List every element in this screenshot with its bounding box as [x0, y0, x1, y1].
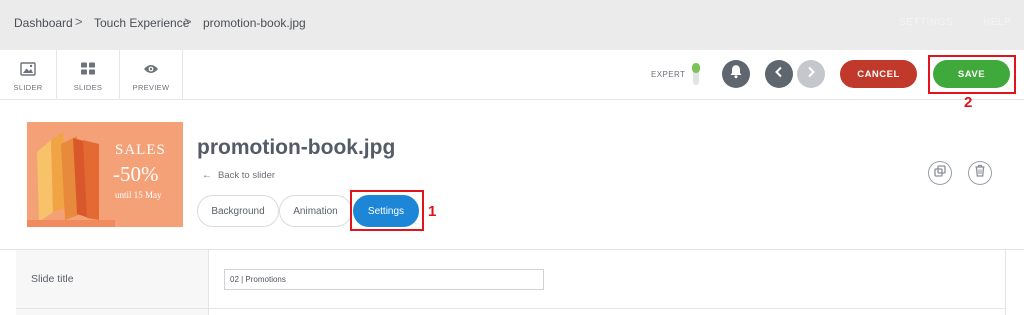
previous-slide-button[interactable] [765, 60, 793, 88]
toolbar-preview-label: PREVIEW [132, 83, 170, 92]
chevron-right-icon [806, 65, 816, 83]
chevron-right-icon: > [184, 14, 192, 29]
image-icon [20, 62, 36, 81]
row-divider [16, 308, 1006, 309]
eye-icon [143, 62, 159, 80]
grid-icon [81, 62, 96, 80]
breadcrumb-dashboard[interactable]: Dashboard [14, 16, 73, 30]
help-link[interactable]: HELP [983, 17, 1011, 28]
delete-slide-button[interactable] [968, 161, 992, 185]
annotation-number-2: 2 [964, 94, 973, 111]
bell-icon [729, 64, 743, 84]
toolbar-slider-button[interactable]: SLIDER [0, 50, 57, 100]
toggle-knob [692, 63, 700, 73]
chevron-right-icon: > [75, 14, 83, 29]
toolbar-slider-label: SLIDER [13, 83, 43, 92]
breadcrumb-current: promotion-book.jpg [203, 16, 306, 30]
cancel-button[interactable]: CANCEL [840, 60, 917, 88]
expert-toggle[interactable] [692, 63, 700, 85]
page-title: promotion-book.jpg [197, 136, 396, 159]
toolbar-slides-button[interactable]: SLIDES [57, 50, 120, 100]
settings-highlight-box [350, 190, 424, 231]
expert-label: EXPERT [651, 70, 686, 79]
thumbnail-date-text: until 15 May [115, 190, 162, 200]
tab-animation[interactable]: Animation [279, 195, 352, 227]
back-to-slider-label: Back to slider [218, 170, 276, 181]
notifications-button[interactable] [722, 60, 750, 88]
duplicate-icon [934, 164, 946, 182]
settings-link[interactable]: SETTINGS [899, 17, 953, 28]
top-bar: Dashboard > Touch Experience > promotion… [0, 0, 1024, 50]
chevron-left-icon [774, 65, 784, 83]
next-slide-button[interactable] [797, 60, 825, 88]
tab-background[interactable]: Background [197, 195, 279, 227]
arrow-left-icon: ← [202, 170, 212, 181]
toolbar-slides-label: SLIDES [73, 83, 103, 92]
toolbar-preview-button[interactable]: PREVIEW [120, 50, 183, 100]
save-highlight-box [928, 55, 1016, 94]
back-to-slider-link[interactable]: ← Back to slider [202, 170, 275, 181]
slide-title-label: Slide title [31, 273, 74, 285]
trash-icon [974, 164, 986, 182]
slide-title-input[interactable] [224, 269, 544, 290]
breadcrumb-touch-experience[interactable]: Touch Experience [94, 16, 189, 30]
slide-thumbnail: SALES -50% until 15 May [27, 122, 183, 227]
duplicate-slide-button[interactable] [928, 161, 952, 185]
thumbnail-sales-text: SALES [115, 142, 166, 158]
books-illustration [27, 132, 115, 227]
annotation-number-1: 1 [428, 203, 437, 220]
thumbnail-discount-text: -50% [113, 162, 159, 186]
